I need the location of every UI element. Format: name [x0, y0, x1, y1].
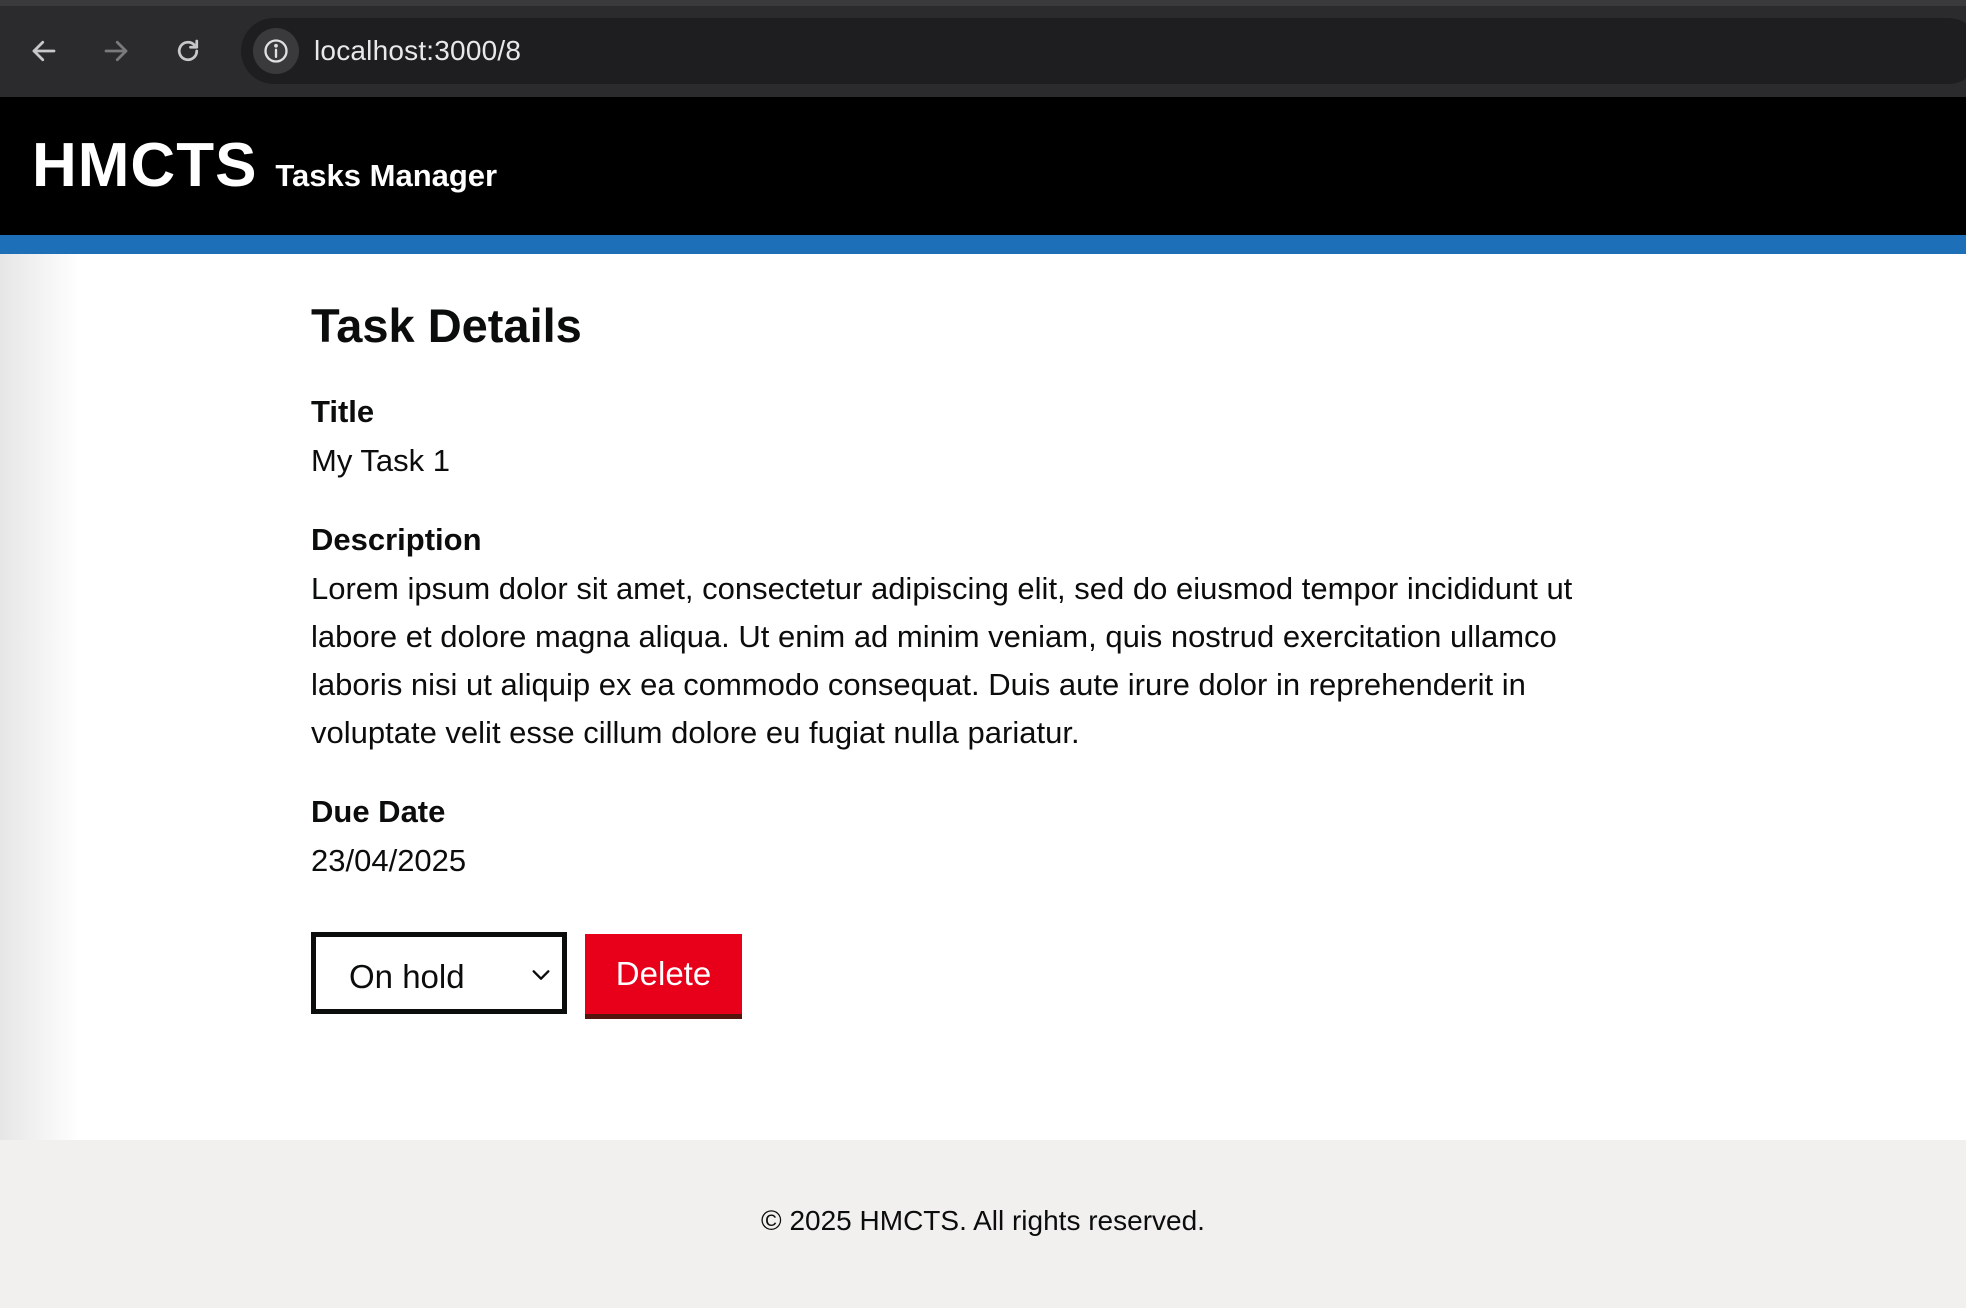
title-value: My Task 1 [311, 443, 450, 478]
forward-button[interactable] [94, 29, 138, 73]
address-bar[interactable]: localhost:3000/8 [241, 18, 1966, 84]
brand-logo-text[interactable]: HMCTS [32, 130, 257, 201]
arrow-left-icon [32, 40, 56, 62]
arrow-right-icon [104, 40, 128, 62]
footer-copyright: © 2025 HMCTS. All rights reserved. [761, 1205, 1205, 1236]
page-title: Task Details [311, 299, 582, 352]
delete-button[interactable]: Delete [585, 934, 742, 1014]
site-info-button[interactable] [253, 28, 299, 74]
bottom-strip [0, 1308, 1966, 1314]
due-date-value: 23/04/2025 [311, 843, 467, 878]
url-text[interactable]: localhost:3000/8 [314, 35, 521, 67]
status-select[interactable]: On hold [311, 932, 567, 1014]
due-date-label: Due Date [311, 794, 446, 829]
chevron-down-icon [532, 970, 550, 980]
header-accent-bar [0, 235, 1966, 254]
browser-toolbar: localhost:3000/8 [0, 0, 1966, 97]
site-header: HMCTS Tasks Manager [0, 97, 1966, 235]
brand[interactable]: HMCTS Tasks Manager [32, 130, 497, 201]
description-value: Lorem ipsum dolor sit amet, consectetur … [311, 571, 1573, 750]
title-label: Title [311, 394, 375, 429]
footer: © 2025 HMCTS. All rights reserved. [0, 1140, 1966, 1308]
service-name[interactable]: Tasks Manager [275, 158, 497, 194]
reload-icon [177, 39, 199, 62]
reload-button[interactable] [166, 29, 210, 73]
description-label: Description [311, 522, 482, 557]
back-button[interactable] [22, 29, 66, 73]
info-icon [264, 39, 288, 63]
status-select-value: On hold [349, 958, 465, 995]
